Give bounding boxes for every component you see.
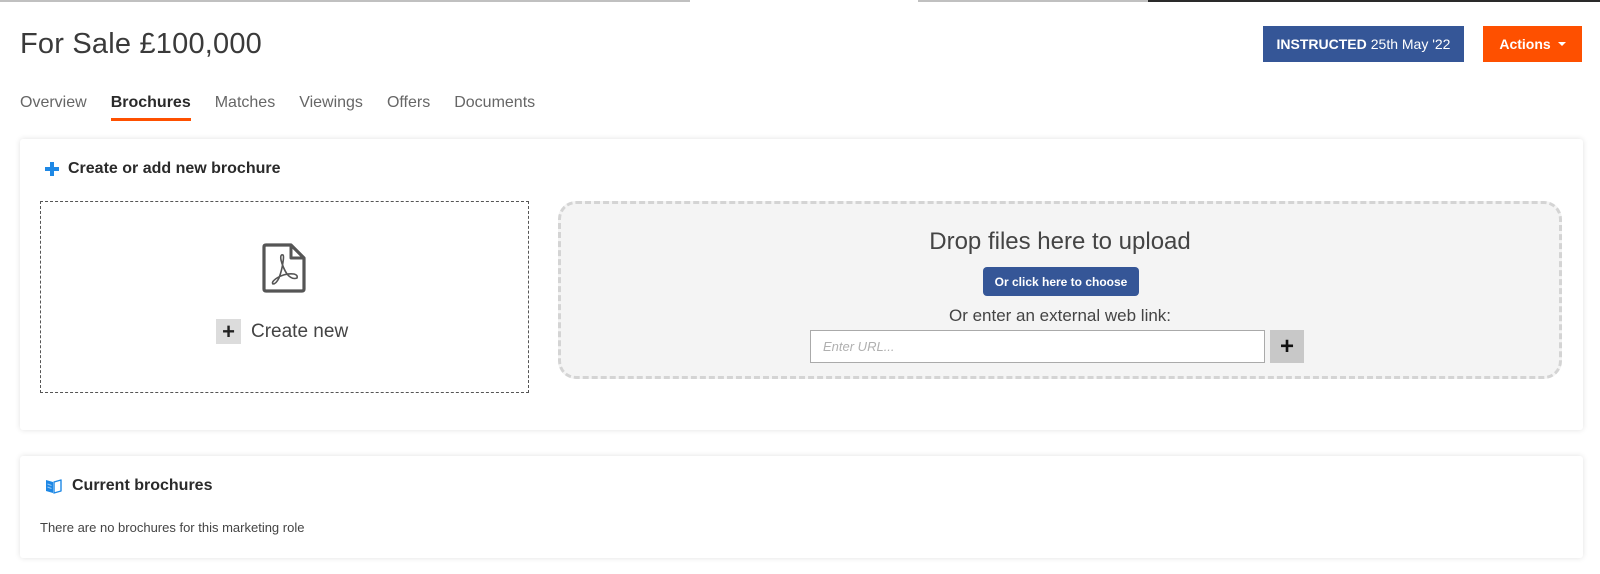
tab-documents[interactable]: Documents <box>454 94 535 119</box>
current-brochures-panel: Current brochures There are no brochures… <box>20 456 1583 558</box>
actions-label: Actions <box>1499 36 1551 52</box>
strip-segment <box>0 0 690 2</box>
caret-down-icon <box>1557 42 1566 46</box>
current-brochures-heading: Current brochures <box>45 477 212 495</box>
create-new-brochure-tile[interactable]: + Create new <box>40 201 529 393</box>
status-badge: INSTRUCTED 25th May '22 <box>1263 26 1464 62</box>
brochure-icon <box>46 479 62 494</box>
create-new-action[interactable]: + Create new <box>216 319 348 344</box>
strip-segment <box>918 0 1148 2</box>
tab-bar: Overview Brochures Matches Viewings Offe… <box>20 94 535 121</box>
status-label: INSTRUCTED <box>1276 36 1367 52</box>
tab-overview[interactable]: Overview <box>20 94 87 119</box>
plus-icon <box>45 162 59 176</box>
create-brochure-heading: Create or add new brochure <box>45 160 281 178</box>
actions-button[interactable]: Actions <box>1483 26 1582 62</box>
external-link-label: Or enter an external web link: <box>948 306 1172 325</box>
tab-brochures[interactable]: Brochures <box>110 94 191 121</box>
plus-icon: + <box>216 319 241 344</box>
choose-file-button[interactable]: Or click here to choose <box>983 267 1139 296</box>
strip-segment <box>1148 0 1600 2</box>
add-url-button[interactable]: + <box>1270 330 1304 363</box>
empty-state-message: There are no brochures for this marketin… <box>40 520 305 535</box>
page-title: For Sale £100,000 <box>20 28 263 60</box>
tab-matches[interactable]: Matches <box>215 94 275 119</box>
tab-offers[interactable]: Offers <box>387 94 430 119</box>
create-new-label: Create new <box>251 320 349 342</box>
status-date: 25th May '22 <box>1370 36 1451 52</box>
window-top-strip <box>0 0 1600 2</box>
create-brochure-title: Create or add new brochure <box>68 160 281 177</box>
file-dropzone[interactable]: Drop files here to upload Or click here … <box>558 201 1562 379</box>
url-input[interactable] <box>810 330 1265 363</box>
dropzone-title: Drop files here to upload <box>929 228 1191 255</box>
create-brochure-panel: Create or add new brochure + Create new … <box>20 139 1583 430</box>
tab-viewings[interactable]: Viewings <box>299 94 363 119</box>
pdf-file-icon <box>262 243 306 293</box>
current-brochures-title: Current brochures <box>72 477 213 494</box>
